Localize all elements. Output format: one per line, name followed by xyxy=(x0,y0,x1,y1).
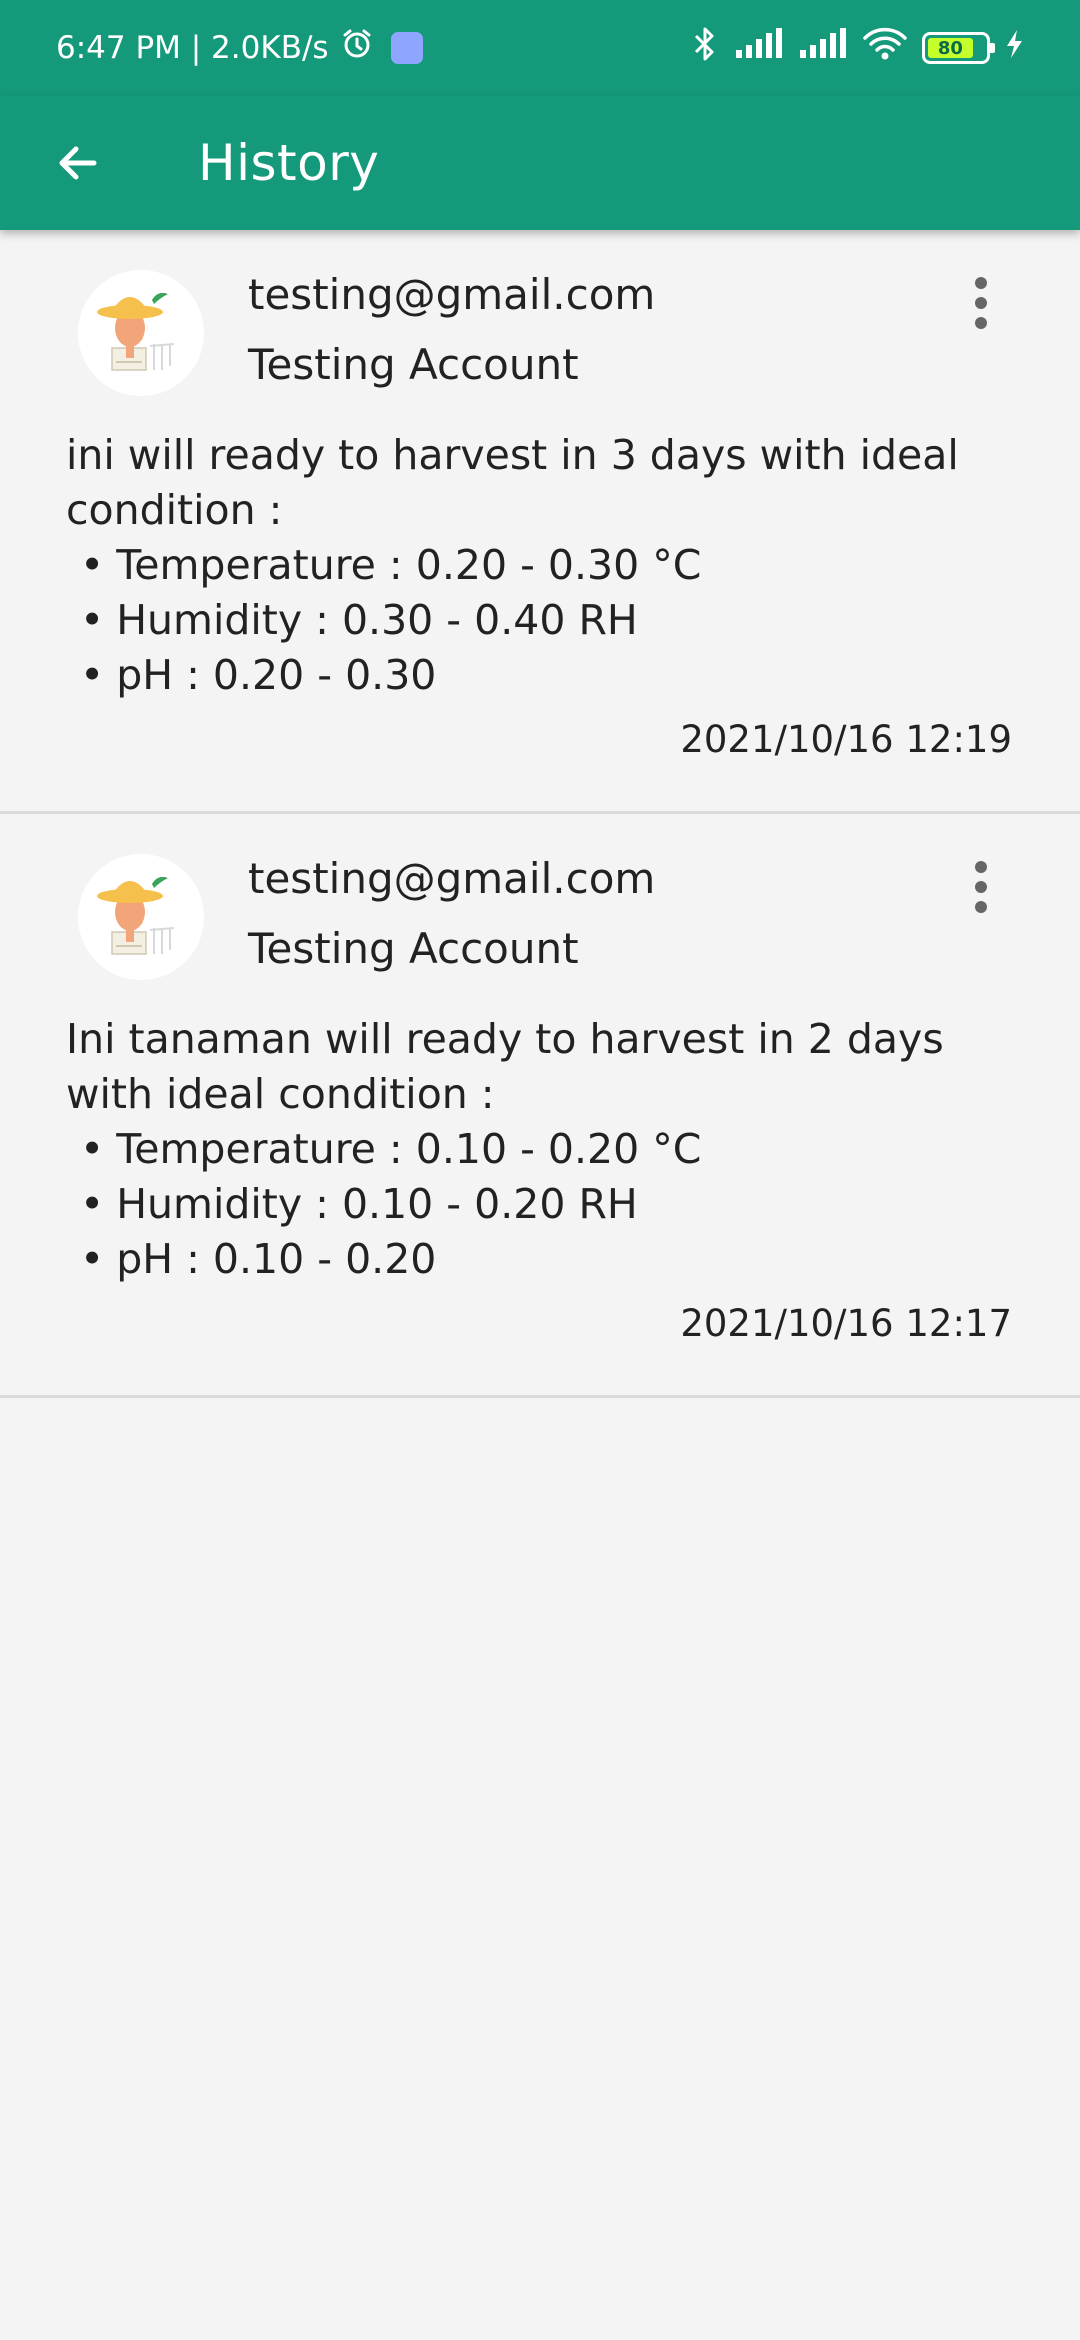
status-bar: 6:47 PM | 2.0KB/s 80 xyxy=(0,0,1080,96)
account-name: Testing Account xyxy=(248,340,579,389)
timestamp: 2021/10/16 12:17 xyxy=(680,1302,1012,1345)
more-options-button[interactable] xyxy=(956,268,1006,338)
condition-list: Temperature : 0.20 - 0.30 °C Humidity : … xyxy=(66,538,1026,703)
message-intro: ini will ready to harvest in 3 days with… xyxy=(66,431,959,534)
condition-temperature: Temperature : 0.10 - 0.20 °C xyxy=(66,1122,1026,1177)
account-name: Testing Account xyxy=(248,924,579,973)
harvest-message: ini will ready to harvest in 3 days with… xyxy=(66,428,1026,703)
condition-ph: pH : 0.20 - 0.30 xyxy=(66,648,1026,703)
signal-icon xyxy=(734,28,784,68)
charging-icon xyxy=(1004,28,1024,68)
battery-level: 80 xyxy=(928,38,973,59)
status-left: 6:47 PM | 2.0KB/s xyxy=(56,26,423,70)
more-vert-icon xyxy=(975,277,987,289)
avatar xyxy=(78,270,204,396)
app-bar: History xyxy=(0,96,1080,230)
more-options-button[interactable] xyxy=(956,852,1006,922)
arrow-back-icon xyxy=(59,146,97,180)
app-notification-icon xyxy=(390,32,423,64)
status-right: 80 xyxy=(690,25,1024,71)
harvest-message: Ini tanaman will ready to harvest in 2 d… xyxy=(66,1012,1026,1287)
condition-humidity: Humidity : 0.30 - 0.40 RH xyxy=(66,593,1026,648)
timestamp: 2021/10/16 12:19 xyxy=(680,718,1012,761)
user-email: testing@gmail.com xyxy=(248,270,656,319)
condition-list: Temperature : 0.10 - 0.20 °C Humidity : … xyxy=(66,1122,1026,1287)
signal-icon xyxy=(798,28,848,68)
condition-ph: pH : 0.10 - 0.20 xyxy=(66,1232,1026,1287)
back-button[interactable] xyxy=(42,127,114,199)
condition-humidity: Humidity : 0.10 - 0.20 RH xyxy=(66,1177,1026,1232)
status-time-speed: 6:47 PM | 2.0KB/s xyxy=(56,30,329,66)
history-card[interactable]: testing@gmail.com Testing Account ini wi… xyxy=(0,230,1080,814)
history-list: testing@gmail.com Testing Account ini wi… xyxy=(0,230,1080,1398)
user-email: testing@gmail.com xyxy=(248,854,656,903)
condition-temperature: Temperature : 0.20 - 0.30 °C xyxy=(66,538,1026,593)
battery-icon: 80 xyxy=(922,32,995,64)
more-vert-icon xyxy=(975,861,987,873)
alarm-icon xyxy=(339,26,375,70)
bluetooth-icon xyxy=(690,25,720,71)
message-intro: Ini tanaman will ready to harvest in 2 d… xyxy=(66,1015,944,1118)
page-title: History xyxy=(198,134,380,192)
wifi-icon xyxy=(862,27,908,69)
farmer-avatar-icon xyxy=(97,876,175,955)
history-card[interactable]: testing@gmail.com Testing Account Ini ta… xyxy=(0,814,1080,1398)
farmer-avatar-icon xyxy=(97,292,175,371)
avatar xyxy=(78,854,204,980)
